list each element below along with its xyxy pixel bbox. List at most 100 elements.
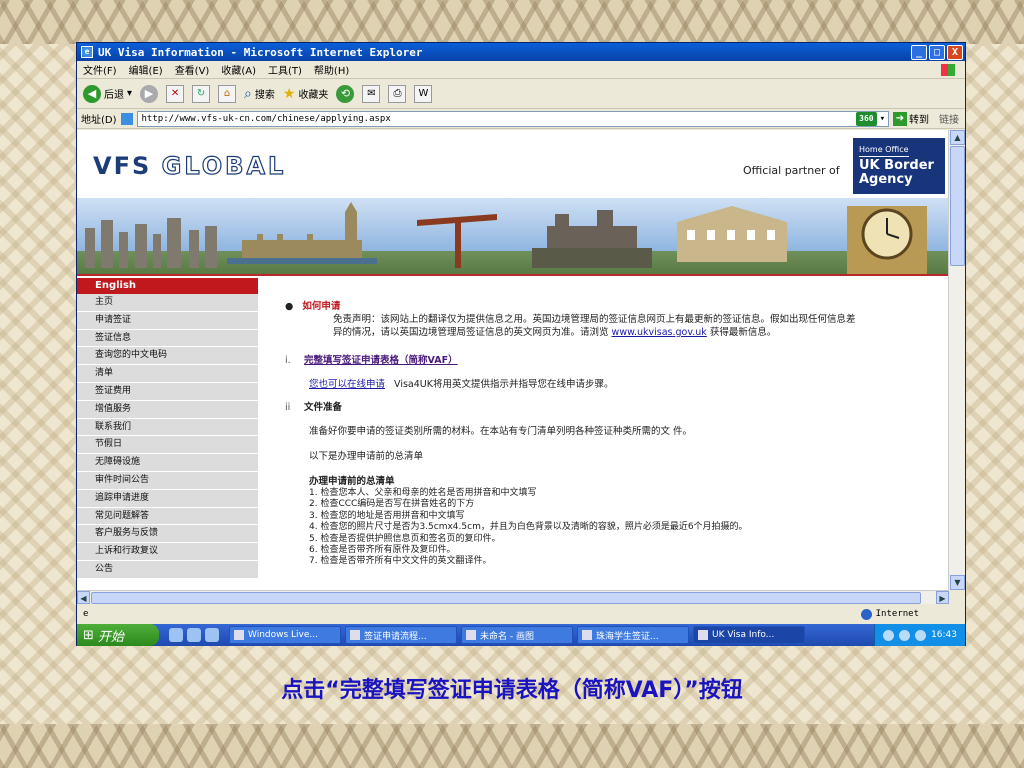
scroll-down-icon[interactable]: ▼ — [950, 575, 965, 590]
ie-icon — [698, 630, 708, 640]
close-button[interactable]: X — [947, 44, 963, 60]
ukba-logo[interactable]: Home Office UK Border Agency — [853, 138, 945, 194]
minimize-button[interactable]: _ — [911, 44, 927, 60]
prep-text: 准备好你要申请的签证类别所需的材料。在本站有专门清单列明各种签证种类所需的文 件… — [309, 426, 693, 437]
network-icon[interactable] — [899, 629, 911, 641]
sidebar-nav: English 主页 申请签证 签证信息 查询您的中文电码 清单 签证费用 增值… — [77, 278, 258, 579]
menu-tools[interactable]: 工具(T) — [268, 62, 302, 77]
links-button[interactable]: 链接 — [933, 111, 965, 126]
sidebar-item-track[interactable]: 追踪申请进度 — [77, 489, 258, 508]
sidebar-item-holidays[interactable]: 节假日 — [77, 436, 258, 455]
window-title: UK Visa Information - Microsoft Internet… — [98, 45, 423, 59]
refresh-button[interactable]: ↻ — [192, 84, 211, 103]
sidebar-item-visa-info[interactable]: 签证信息 — [77, 329, 258, 348]
desktop-quicklaunch-icon[interactable] — [205, 628, 219, 642]
menu-view[interactable]: 查看(V) — [175, 62, 210, 77]
taskbar: ⊞ 开始 Windows Live... 签证申请流程... 未命名 - 画图 … — [77, 624, 965, 646]
search-button[interactable]: ⌕ 搜索 — [244, 86, 275, 102]
apply-online-link[interactable]: 您也可以在线申请 — [309, 379, 385, 390]
sidebar-item-announcements[interactable]: 公告 — [77, 560, 258, 579]
address-label: 地址(D) — [81, 115, 117, 126]
scroll-right-icon[interactable]: ▶ — [936, 591, 949, 604]
back-button[interactable]: ◀ 后退 ▾ — [83, 84, 133, 103]
menu-help[interactable]: 帮助(H) — [314, 62, 349, 77]
go-button[interactable]: ➔ 转到 — [893, 111, 929, 126]
ie-icon: e — [81, 46, 93, 58]
sidebar-item-accessibility[interactable]: 无障碍设施 — [77, 454, 258, 472]
menu-file[interactable]: 文件(F) — [83, 62, 117, 77]
windows-logo-icon — [941, 63, 955, 76]
vfs-global-logo[interactable]: VFS GLOBAL — [93, 151, 286, 180]
start-button[interactable]: ⊞ 开始 — [77, 624, 159, 646]
sidebar-item-contact[interactable]: 联系我们 — [77, 418, 258, 437]
task-windows-live[interactable]: Windows Live... — [229, 626, 341, 644]
zone-label: Internet — [875, 609, 919, 619]
task-visa-process[interactable]: 签证申请流程... — [345, 626, 457, 644]
history-button[interactable]: ⟲ — [336, 84, 355, 103]
browser-window: e UK Visa Information - Microsoft Intern… — [76, 42, 966, 646]
sidebar-item-apply-visa[interactable]: 申请签证 — [77, 311, 258, 330]
address-input[interactable]: http://www.vfs-uk-cn.com/chinese/applyin… — [136, 110, 889, 127]
quick-launch — [163, 628, 225, 642]
maximize-button[interactable]: □ — [929, 44, 945, 60]
step-1: i. 完整填写签证申请表格（简称VAF） — [285, 354, 458, 367]
ukvisas-link[interactable]: www.ukvisas.gov.uk — [612, 327, 707, 338]
search-icon: ⌕ — [244, 85, 252, 102]
print-button[interactable]: ⎙ — [388, 84, 407, 103]
sidebar-item-processing-times[interactable]: 审件时间公告 — [77, 471, 258, 490]
favorites-button[interactable]: ★ 收藏夹 — [283, 86, 329, 102]
bullet-icon: ● — [285, 301, 294, 312]
media-quicklaunch-icon[interactable] — [187, 628, 201, 642]
forward-button[interactable]: ▶ — [140, 84, 159, 103]
search-label: 搜索 — [254, 90, 275, 101]
step-1-number: i. — [285, 355, 291, 366]
complete-vaf-link[interactable]: 完整填写签证申请表格（简称VAF） — [304, 355, 458, 366]
sidebar-item-visa-fees[interactable]: 签证费用 — [77, 382, 258, 401]
edit-button[interactable]: W — [414, 84, 433, 103]
task-student-visa[interactable]: 珠海学生签证... — [577, 626, 689, 644]
slide-border-bottom — [0, 724, 1024, 768]
chevron-down-icon: ▾ — [127, 88, 133, 99]
list-item: 6. 检查是否带齐所有原件及复印件。 — [309, 544, 456, 555]
sidebar-item-value-added[interactable]: 增值服务 — [77, 400, 258, 419]
scroll-left-icon[interactable]: ◀ — [77, 591, 90, 604]
sidebar-item-home[interactable]: 主页 — [77, 294, 258, 312]
list-item: 3. 检查您的地址是否用拼音和中文填写 — [309, 510, 465, 521]
360-badge[interactable]: 360 — [856, 111, 877, 126]
sidebar-item-english[interactable]: English — [77, 278, 258, 294]
task-uk-visa-info[interactable]: UK Visa Info... — [693, 626, 805, 644]
clock[interactable]: 16:43 — [931, 630, 957, 640]
sidebar-item-chinese-code[interactable]: 查询您的中文电码 — [77, 347, 258, 366]
security-zone: Internet — [860, 608, 919, 620]
disclaimer: 免责声明：该网站上的翻译仅为提供信息之用。英国边境管理局的签证信息网页上有最更新… — [333, 313, 949, 339]
step-2: ii 文件准备 — [285, 401, 342, 414]
sidebar-item-checklist[interactable]: 清单 — [77, 365, 258, 383]
how-to-apply-section: ● 如何申请 — [285, 300, 340, 313]
windows-flag-icon: ⊞ — [83, 627, 94, 643]
partner-text: Official partner of — [743, 164, 840, 177]
back-arrow-icon: ◀ — [83, 84, 101, 103]
system-tray: 16:43 — [874, 624, 965, 646]
address-url: http://www.vfs-uk-cn.com/chinese/applyin… — [141, 113, 391, 124]
home-button[interactable]: ⌂ — [218, 84, 237, 103]
sidebar-item-faq[interactable]: 常见问题解答 — [77, 507, 258, 526]
keyboard-icon[interactable] — [883, 629, 895, 641]
hscroll-thumb[interactable] — [91, 592, 921, 604]
sidebar-item-appeals[interactable]: 上诉和行政复议 — [77, 543, 258, 561]
ie-quicklaunch-icon[interactable] — [169, 628, 183, 642]
horizontal-scrollbar[interactable]: ◀ ▶ — [77, 590, 949, 604]
stop-button[interactable]: ✕ — [166, 84, 185, 103]
vertical-scrollbar[interactable]: ▲ ▼ — [948, 130, 965, 590]
scroll-thumb[interactable] — [950, 146, 965, 266]
menu-edit[interactable]: 编辑(E) — [129, 62, 163, 77]
menu-favorites[interactable]: 收藏(A) — [221, 62, 256, 77]
mail-button[interactable]: ✉ — [362, 84, 381, 103]
page-viewport: VFS GLOBAL Official partner of Home Offi… — [77, 130, 949, 590]
slide-caption: 点击“完整填写签证申请表格（简称VAF）”按钮 — [281, 678, 743, 703]
chevron-down-icon[interactable]: ▾ — [877, 112, 888, 126]
site-header: VFS GLOBAL Official partner of Home Offi… — [77, 130, 949, 198]
sidebar-item-feedback[interactable]: 客户服务与反馈 — [77, 525, 258, 544]
scroll-up-icon[interactable]: ▲ — [950, 130, 965, 145]
volume-icon[interactable] — [915, 629, 927, 641]
task-paint[interactable]: 未命名 - 画图 — [461, 626, 573, 644]
